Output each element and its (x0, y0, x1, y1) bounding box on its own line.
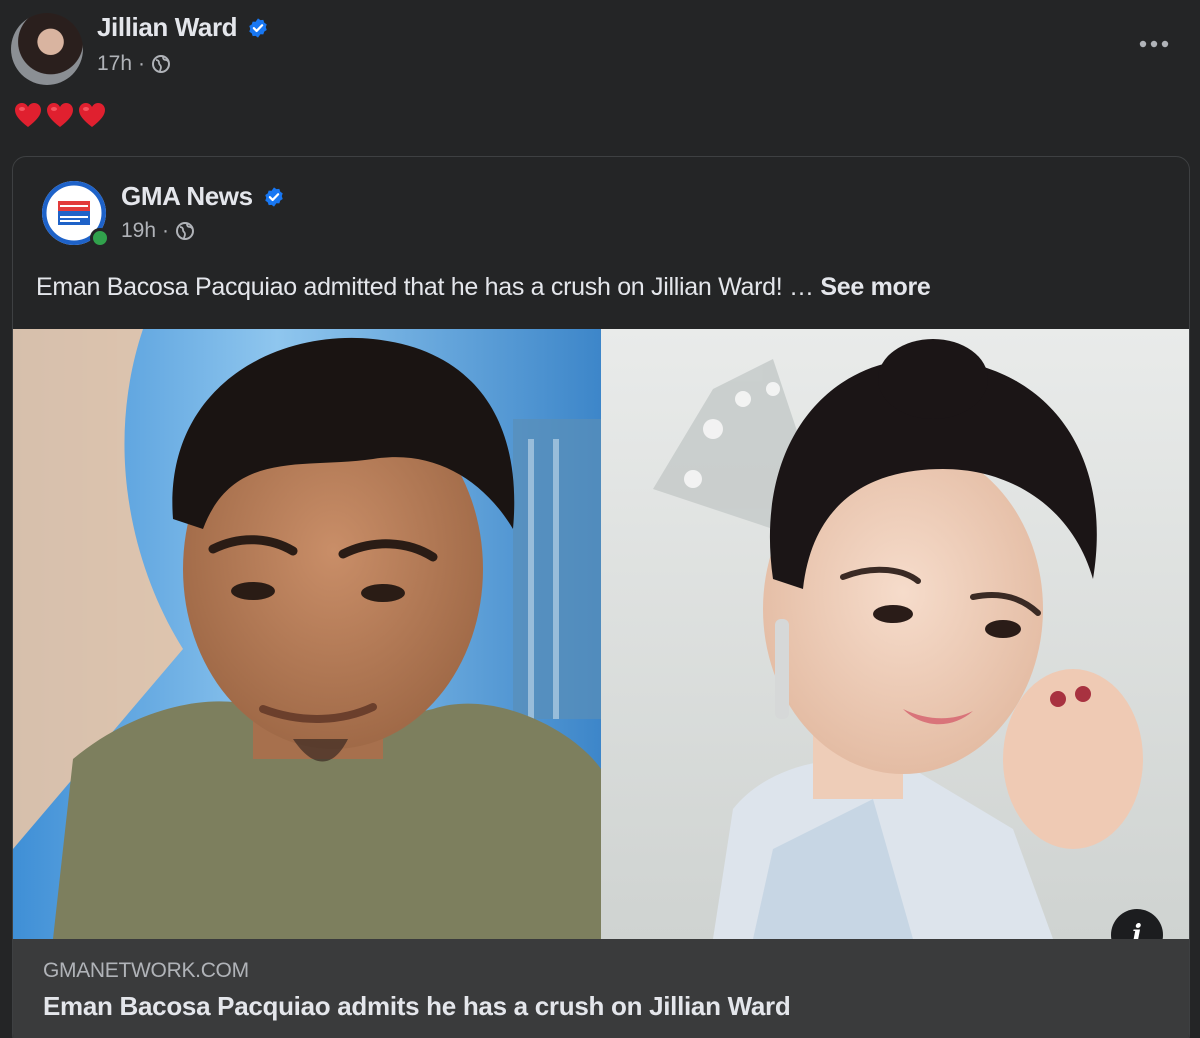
shared-post-meta: 19h · (121, 219, 195, 243)
link-preview[interactable]: GMANETWORK.COM Eman Bacosa Pacquiao admi… (13, 939, 1189, 1038)
globe-icon (176, 222, 195, 240)
author-name[interactable]: Jillian Ward (97, 12, 238, 43)
heart-icon (47, 103, 73, 127)
verified-badge-icon (264, 186, 283, 207)
shared-post-caption: Eman Bacosa Pacquiao admitted that he ha… (36, 273, 931, 302)
post-meta: 17h · (97, 52, 171, 76)
shared-post-timestamp[interactable]: 19h (121, 219, 156, 243)
see-more-link[interactable]: See more (820, 273, 930, 301)
shared-post-image[interactable] (13, 329, 1189, 939)
post-timestamp[interactable]: 17h (97, 52, 132, 76)
meta-separator: · (162, 219, 170, 242)
heart-icon (15, 103, 41, 127)
facebook-post: Jillian Ward 17h · GMA News 19h · Eman B… (0, 0, 1200, 1038)
author-avatar[interactable] (11, 13, 83, 85)
online-status-dot (90, 228, 110, 248)
shared-author-row: GMA News (121, 181, 285, 212)
more-options-button[interactable] (1134, 27, 1174, 61)
photo-illustration (13, 329, 1189, 939)
meta-separator: · (138, 52, 146, 75)
link-domain: GMANETWORK.COM (43, 959, 249, 982)
heart-icon (79, 103, 105, 127)
shared-post-card[interactable]: GMA News 19h · Eman Bacosa Pacquiao admi… (12, 156, 1190, 1038)
caption-text: Eman Bacosa Pacquiao admitted that he ha… (36, 273, 821, 301)
post-text-hearts (14, 102, 106, 128)
globe-icon (152, 55, 171, 73)
shared-author-name[interactable]: GMA News (121, 181, 253, 212)
more-options-icon (1139, 40, 1169, 48)
link-title[interactable]: Eman Bacosa Pacquiao admits he has a cru… (43, 991, 791, 1022)
woman-hands (1003, 669, 1143, 849)
author-row: Jillian Ward (97, 12, 269, 43)
verified-badge-icon (249, 17, 267, 38)
